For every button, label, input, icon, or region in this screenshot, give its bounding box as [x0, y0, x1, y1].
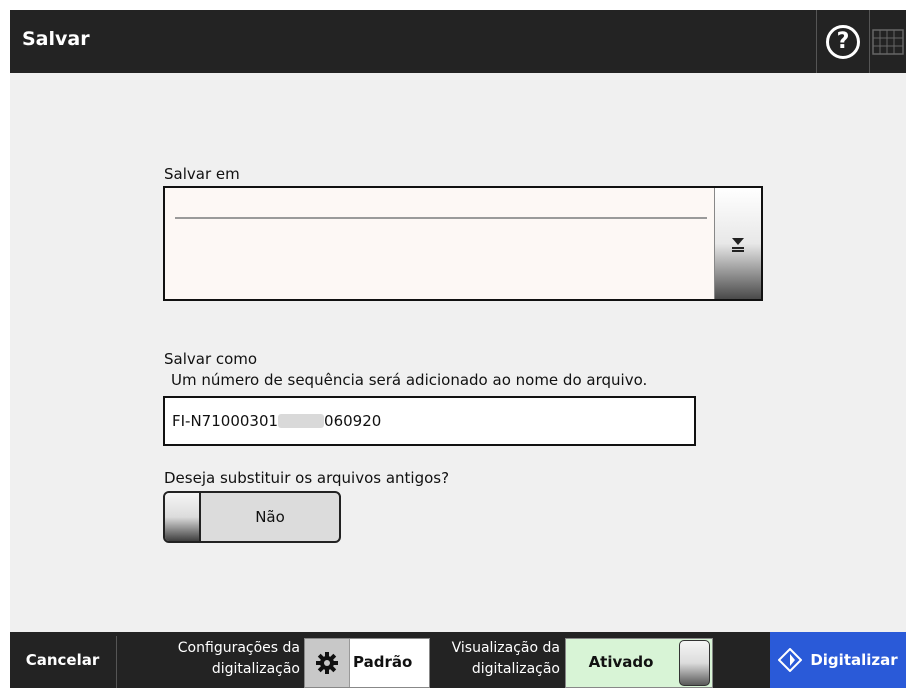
- file-name-input[interactable]: FI-N71000301 060920: [163, 396, 696, 446]
- preview-label-line1: Visualização da: [451, 640, 560, 656]
- scan-label: Digitalizar: [810, 651, 898, 669]
- file-name-prefix: FI-N71000301: [172, 412, 279, 430]
- redacted-block: [278, 414, 325, 428]
- gear-icon: [305, 639, 350, 687]
- window-body: [10, 10, 906, 688]
- overwrite-value: Não: [255, 508, 285, 526]
- scan-settings-label-line1: Configurações da: [177, 640, 300, 656]
- save-as-label: Salvar como: [164, 350, 258, 368]
- scan-button[interactable]: Digitalizar: [770, 632, 906, 688]
- file-name-value: FI-N71000301 060920: [172, 412, 381, 430]
- bottom-toolbar: Cancelar Configurações da digitalização …: [10, 632, 906, 688]
- keyboard-button[interactable]: [870, 10, 906, 73]
- toggle-knob: [165, 493, 201, 541]
- title-bar: Salvar: [10, 10, 906, 73]
- save-to-field[interactable]: [163, 186, 763, 301]
- help-icon: ?: [826, 24, 860, 59]
- keyboard-icon: [872, 28, 904, 55]
- window-title: Salvar: [22, 28, 90, 50]
- preview-label-line2: digitalização: [471, 661, 560, 677]
- save-to-label: Salvar em: [164, 165, 240, 183]
- cancel-button[interactable]: Cancelar: [10, 632, 115, 688]
- preview-value: Ativado: [588, 653, 654, 671]
- divider: [116, 636, 117, 688]
- save-to-dropdown-button[interactable]: [714, 188, 761, 299]
- dropdown-arrow-icon: [732, 237, 744, 252]
- scan-settings-value: Padrão: [353, 653, 413, 671]
- toggle-knob: [679, 640, 710, 686]
- save-to-value-line: [175, 217, 707, 219]
- preview-label: Visualização da digitalização: [430, 638, 560, 680]
- scan-settings-label: Configurações da digitalização: [130, 638, 300, 680]
- overwrite-toggle[interactable]: Não: [163, 491, 341, 543]
- scan-settings-button[interactable]: Padrão: [304, 638, 430, 688]
- scan-settings-label-line2: digitalização: [211, 661, 300, 677]
- save-as-note: Um número de sequência será adicionado a…: [171, 371, 648, 389]
- preview-toggle[interactable]: Ativado: [565, 638, 713, 688]
- diamond-icon: [778, 648, 803, 672]
- help-button[interactable]: ?: [816, 10, 870, 73]
- file-name-suffix: 060920: [324, 412, 382, 430]
- overwrite-label: Deseja substituir os arquivos antigos?: [164, 469, 450, 487]
